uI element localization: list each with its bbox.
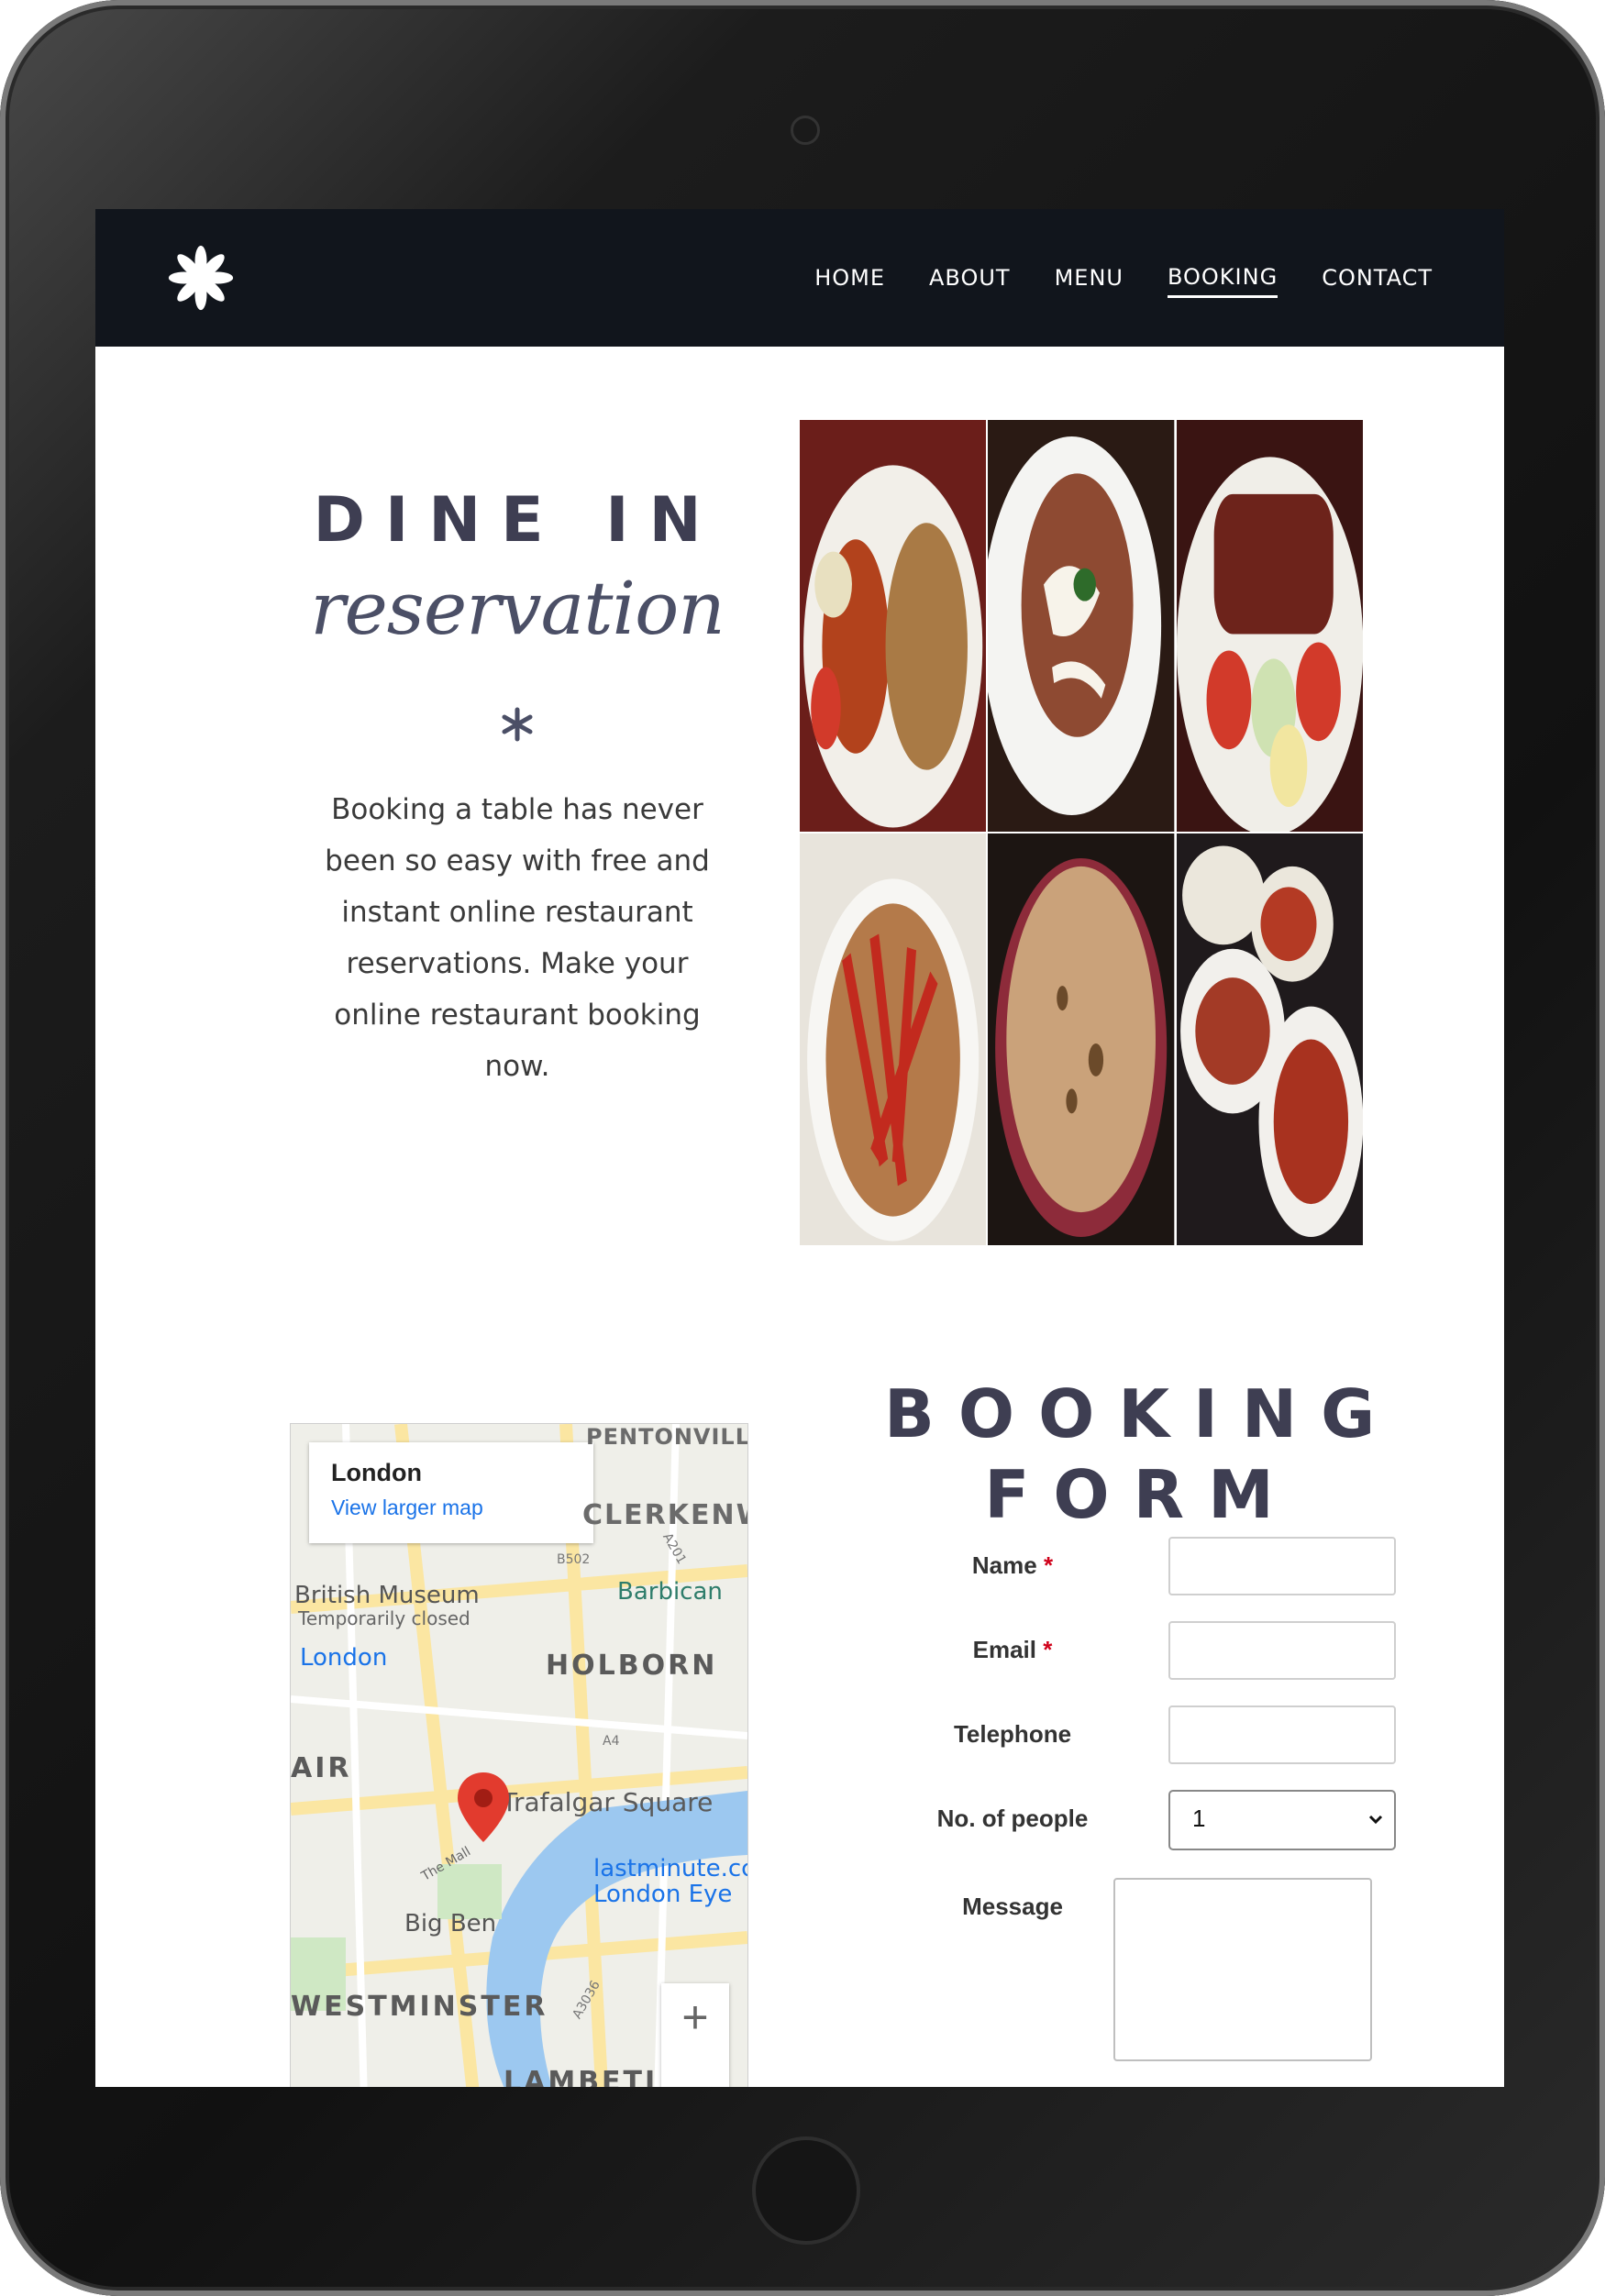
map-info-card: London View larger map xyxy=(309,1442,593,1543)
nav-item-menu[interactable]: MENU xyxy=(1055,259,1124,296)
telephone-row: Telephone xyxy=(893,1705,1480,1764)
map-area-label: AIR xyxy=(291,1752,352,1784)
page-title: DINE IN xyxy=(313,484,722,557)
food-photo xyxy=(1176,420,1363,832)
nav-item-about[interactable]: ABOUT xyxy=(929,259,1011,296)
nav-item-booking[interactable]: BOOKING xyxy=(1167,259,1278,298)
email-row: Email * xyxy=(893,1621,1480,1680)
nav-item-contact[interactable]: CONTACT xyxy=(1322,259,1433,296)
telephone-label: Telephone xyxy=(953,1720,1072,1748)
form-title-line1: BOOKING xyxy=(884,1375,1400,1452)
name-input[interactable] xyxy=(1168,1537,1396,1595)
map-zoom-controls: + − xyxy=(661,1983,729,2087)
form-title-line2: FORM xyxy=(984,1456,1298,1533)
email-label: Email * xyxy=(972,1636,1053,1663)
food-photo xyxy=(988,420,1175,832)
chevron-down-icon xyxy=(1368,1815,1383,1825)
map-place-label: Big Ben xyxy=(404,1910,497,1937)
map-road-label: A4 xyxy=(603,1734,620,1749)
name-row: Name * xyxy=(893,1537,1480,1595)
tablet-frame: HOME ABOUT MENU BOOKING CONTACT DINE IN … xyxy=(0,0,1605,2296)
hero-intro: DINE IN reservation Booking a table has … xyxy=(306,484,728,1092)
map-area-label: CLERKENW xyxy=(582,1499,747,1531)
food-gallery xyxy=(800,420,1363,1245)
map-pin-icon[interactable] xyxy=(458,1772,509,1842)
map-area-label: LAMBETI xyxy=(504,2066,659,2087)
page-subtitle-script: reservation xyxy=(310,566,725,651)
people-select-value: 1 xyxy=(1192,1805,1206,1832)
people-row: No. of people 1 xyxy=(893,1790,1480,1850)
home-button[interactable] xyxy=(752,2136,860,2245)
food-photo xyxy=(988,833,1175,1245)
map-area-label: WESTMINSTER xyxy=(291,1991,548,2023)
map-place-name: London xyxy=(331,1459,422,1486)
telephone-input[interactable] xyxy=(1168,1705,1396,1764)
hero-description: Booking a table has never been so easy w… xyxy=(325,793,710,1083)
zoom-in-button[interactable]: + xyxy=(661,1983,729,2051)
camera-icon xyxy=(791,116,820,145)
google-map-embed[interactable]: London View larger map PENTONVILLE CLERK… xyxy=(290,1423,748,2087)
booking-form-title: BOOKING FORM xyxy=(884,1374,1398,1535)
people-select[interactable]: 1 xyxy=(1168,1790,1396,1850)
message-textarea[interactable] xyxy=(1113,1878,1372,2061)
map-place-label: British Museum xyxy=(294,1582,480,1609)
zoom-out-button[interactable]: − xyxy=(661,2057,729,2087)
message-label: Message xyxy=(962,1893,1063,1920)
food-photo xyxy=(1176,833,1363,1245)
map-place-label: lastminute.cc xyxy=(593,1855,748,1882)
food-photo xyxy=(800,420,987,832)
nav-item-home[interactable]: HOME xyxy=(814,259,885,296)
food-photo xyxy=(800,833,987,1245)
map-place-label: Barbican xyxy=(617,1578,723,1606)
map-place-sublabel: Temporarily closed xyxy=(298,1607,470,1629)
browser-viewport: HOME ABOUT MENU BOOKING CONTACT DINE IN … xyxy=(95,209,1504,2087)
asterisk-divider-icon xyxy=(502,707,533,742)
top-navbar: HOME ABOUT MENU BOOKING CONTACT xyxy=(95,209,1504,347)
map-road-label: B502 xyxy=(557,1552,591,1567)
name-label: Name * xyxy=(971,1551,1054,1579)
people-label: No. of people xyxy=(936,1805,1089,1832)
email-input[interactable] xyxy=(1168,1621,1396,1680)
map-place-label: London Eye xyxy=(593,1881,733,1908)
map-area-label: PENTONVILLE xyxy=(586,1424,748,1450)
nav-menu: HOME ABOUT MENU BOOKING CONTACT xyxy=(814,209,1433,347)
view-larger-map-link[interactable]: View larger map xyxy=(331,1496,483,1520)
asterisk-logo-icon[interactable] xyxy=(167,244,235,312)
map-place-label: London xyxy=(300,1644,388,1672)
map-area-label: HOLBORN xyxy=(546,1650,718,1682)
map-place-label: Trafalgar Square xyxy=(502,1787,714,1817)
